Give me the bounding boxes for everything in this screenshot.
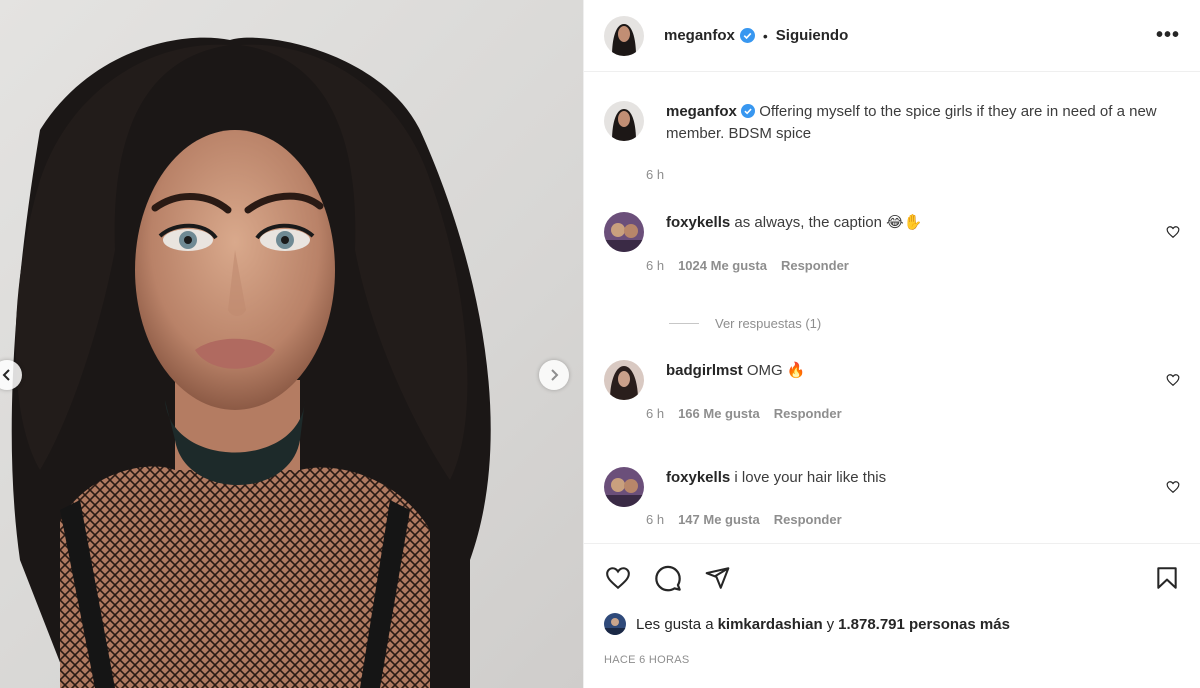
reply-button[interactable]: Responder — [774, 512, 842, 527]
next-photo-button[interactable] — [539, 360, 569, 390]
likes-count[interactable]: 1.878.791 personas más — [838, 616, 1010, 633]
heart-icon[interactable] — [1166, 225, 1180, 239]
reply-button[interactable]: Responder — [781, 258, 849, 273]
comment-username[interactable]: foxykells — [666, 214, 730, 231]
view-replies-button[interactable]: Ver respuestas (1) — [669, 316, 821, 331]
comments-list: meganfox Offering myself to the spice gi… — [584, 72, 1200, 542]
heart-icon[interactable] — [1166, 373, 1180, 387]
heart-icon[interactable] — [1166, 480, 1180, 494]
comment-item: badgirlmst OMG 🔥 — [604, 360, 1180, 400]
comment-item: foxykells as always, the caption 😂✋ — [604, 212, 1180, 252]
likes-summary: Les gusta a kimkardashian y 1.878.791 pe… — [604, 613, 1014, 635]
comment-time: 6 h — [646, 406, 665, 421]
more-options-icon[interactable]: ••• — [1156, 24, 1180, 47]
following-button[interactable]: Siguiendo — [776, 27, 849, 44]
verified-badge-icon — [739, 28, 755, 43]
comment-username[interactable]: foxykells — [666, 469, 730, 486]
save-button[interactable] — [1154, 564, 1180, 592]
post-detail-panel: meganfox • Siguiendo ••• meganfox Offeri… — [583, 0, 1200, 688]
caption: meganfox Offering myself to the spice gi… — [604, 101, 1180, 145]
comment-likes[interactable]: 1024 Me gusta — [678, 258, 767, 273]
comment-likes[interactable]: 166 Me gusta — [678, 406, 760, 421]
chevron-left-icon — [2, 369, 10, 381]
comment-text: i love your hair like this — [734, 469, 887, 486]
comment-meta: 6 h 147 Me gusta Responder — [646, 512, 842, 527]
avatar[interactable] — [604, 613, 626, 635]
avatar[interactable] — [604, 101, 644, 141]
caption-time: 6 h — [646, 167, 665, 182]
caption-username[interactable]: meganfox — [666, 103, 737, 120]
comment-text: as always, the caption 😂✋ — [734, 214, 923, 231]
comment-icon — [655, 565, 681, 592]
comment-time: 6 h — [646, 258, 665, 273]
likes-prefix: Les gusta a — [636, 615, 714, 633]
avatar[interactable] — [604, 360, 644, 400]
caption-text: Offering myself to the spice girls if th… — [666, 103, 1157, 142]
reply-button[interactable]: Responder — [774, 406, 842, 421]
comment-time: 6 h — [646, 512, 665, 527]
like-button[interactable] — [604, 564, 632, 592]
post-timestamp[interactable]: HACE 6 HORAS — [604, 654, 690, 666]
divider — [669, 323, 699, 324]
caption-meta: 6 h — [646, 167, 664, 182]
comment-button[interactable] — [654, 564, 682, 592]
liker-username[interactable]: kimkardashian — [718, 616, 823, 633]
comment-meta: 6 h 1024 Me gusta Responder — [646, 258, 849, 273]
post-media[interactable] — [0, 0, 583, 688]
post-actions: Les gusta a kimkardashian y 1.878.791 pe… — [584, 543, 1200, 688]
comment-username[interactable]: badgirlmst — [666, 362, 743, 379]
view-replies-label: Ver respuestas (1) — [715, 316, 822, 331]
share-button[interactable] — [704, 564, 731, 592]
verified-badge-icon — [741, 104, 756, 118]
bookmark-icon — [1157, 567, 1177, 589]
likes-middle: y — [826, 615, 835, 633]
action-bar — [604, 564, 1180, 592]
post-header: meganfox • Siguiendo ••• — [584, 0, 1200, 72]
post-username[interactable]: meganfox — [664, 27, 735, 44]
avatar[interactable] — [604, 467, 644, 507]
send-icon — [705, 567, 730, 589]
heart-icon — [606, 567, 630, 590]
chevron-right-icon — [551, 369, 559, 381]
comment-likes[interactable]: 147 Me gusta — [678, 512, 760, 527]
separator: • — [762, 27, 768, 44]
avatar[interactable] — [604, 212, 644, 252]
comment-item: foxykells i love your hair like this — [604, 467, 1180, 507]
post-photo — [11, 37, 491, 688]
avatar[interactable] — [604, 15, 644, 56]
comment-text: OMG 🔥 — [746, 362, 806, 379]
comment-meta: 6 h 166 Me gusta Responder — [646, 406, 842, 421]
